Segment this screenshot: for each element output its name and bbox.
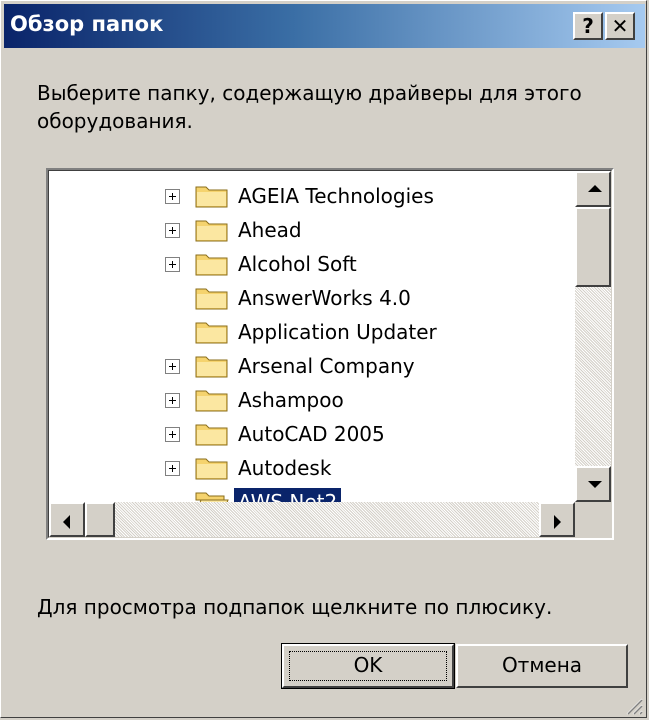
folder-icon: [195, 186, 228, 208]
folder-tree-list: AGEIA Technologies Ahead Alcohol Soft Answe…: [49, 179, 574, 519]
expand-plus-icon[interactable]: [165, 189, 180, 204]
hint-text: Для просмотра подпапок щелкните по плюси…: [37, 595, 553, 619]
scroll-down-button[interactable]: [575, 466, 611, 502]
instruction-text: Выберите папку, содержащую драйверы для …: [37, 81, 582, 133]
tree-item-label: AGEIA Technologies: [238, 184, 434, 208]
tree-item-label: AutoCAD 2005: [238, 422, 385, 446]
vertical-scrollbar[interactable]: [575, 171, 611, 502]
folder-icon: [195, 424, 228, 446]
expand-plus-icon[interactable]: [165, 257, 180, 272]
expand-plus-icon[interactable]: [165, 427, 180, 442]
down-arrow-icon: [588, 481, 602, 488]
tree-item-label: Arsenal Company: [238, 354, 415, 378]
close-icon: ✕: [611, 14, 629, 38]
title-bar[interactable]: Обзор папок ? ✕: [4, 4, 645, 48]
folder-icon: [195, 390, 228, 412]
left-arrow-icon: [63, 515, 70, 529]
tree-item-label: Alcohol Soft: [238, 252, 357, 276]
tree-item[interactable]: AutoCAD 2005: [49, 417, 574, 451]
help-button[interactable]: ?: [573, 12, 603, 40]
tree-item-label: AnswerWorks 4.0: [238, 286, 411, 310]
cancel-button[interactable]: Отмена: [456, 644, 628, 688]
tree-item-label: Ashampoo: [238, 388, 344, 412]
ok-button[interactable]: OK: [281, 643, 455, 689]
folder-icon: [195, 458, 228, 480]
tree-item-label: Autodesk: [238, 456, 332, 480]
tree-item-label: Application Updater: [238, 320, 437, 344]
tree-item[interactable]: Alcohol Soft: [49, 247, 574, 281]
folder-icon: [195, 220, 228, 242]
close-button[interactable]: ✕: [605, 12, 635, 40]
tree-item[interactable]: AGEIA Technologies: [49, 179, 574, 213]
cancel-button-label: Отмена: [501, 653, 583, 677]
tree-item[interactable]: Ahead: [49, 213, 574, 247]
window-title: Обзор папок: [10, 12, 164, 36]
folder-icon: [195, 254, 228, 276]
horizontal-scroll-thumb[interactable]: [85, 502, 115, 537]
tree-item-label: Ahead: [238, 218, 302, 242]
browse-folders-dialog: Обзор папок ? ✕ Выберите папку, содержащ…: [0, 0, 647, 718]
expand-plus-icon[interactable]: [165, 393, 180, 408]
ok-button-label: OK: [353, 653, 383, 677]
folder-icon: [195, 356, 228, 378]
expand-plus-icon[interactable]: [165, 359, 180, 374]
tree-item[interactable]: Autodesk: [49, 451, 574, 485]
tree-item[interactable]: Application Updater: [49, 315, 574, 349]
folder-icon: [195, 288, 228, 310]
resize-grip-icon[interactable]: [623, 695, 643, 715]
horizontal-scrollbar[interactable]: [49, 502, 575, 537]
tree-item[interactable]: Ashampoo: [49, 383, 574, 417]
scroll-right-button[interactable]: [539, 502, 575, 537]
vertical-scroll-thumb[interactable]: [575, 207, 611, 287]
expand-plus-icon[interactable]: [165, 223, 180, 238]
expand-plus-icon[interactable]: [165, 461, 180, 476]
scroll-up-button[interactable]: [575, 171, 611, 207]
scrollbar-corner: [575, 502, 611, 537]
scroll-left-button[interactable]: [49, 502, 85, 537]
tree-item[interactable]: Arsenal Company: [49, 349, 574, 383]
folder-tree[interactable]: AGEIA Technologies Ahead Alcohol Soft Answe…: [46, 168, 614, 540]
folder-icon: [195, 322, 228, 344]
up-arrow-icon: [588, 185, 602, 192]
right-arrow-icon: [554, 515, 561, 529]
tree-item[interactable]: AnswerWorks 4.0: [49, 281, 574, 315]
